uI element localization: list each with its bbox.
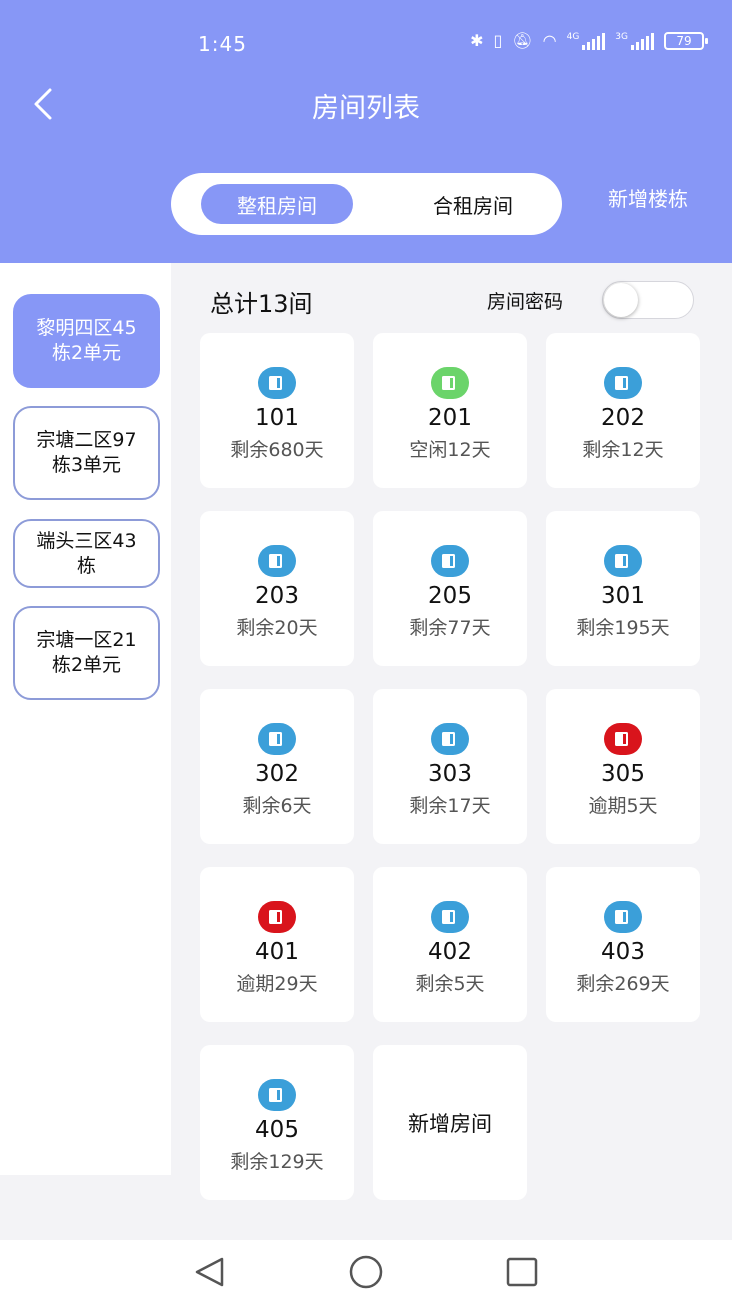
room-card[interactable]: 303 剩余17天: [373, 689, 527, 844]
room-status: 剩余195天: [576, 617, 670, 639]
room-status: 剩余5天: [415, 973, 485, 995]
room-status: 剩余17天: [409, 795, 491, 817]
door-icon: [604, 545, 642, 577]
room-status: 剩余12天: [582, 439, 664, 461]
signal-3g-icon: 3G: [615, 32, 654, 50]
room-card[interactable]: 203 剩余20天: [200, 511, 354, 666]
room-number: 101: [255, 405, 299, 431]
room-card[interactable]: 201 空闲12天: [373, 333, 527, 488]
door-icon: [431, 367, 469, 399]
door-icon: [431, 901, 469, 933]
header-bar: 1:45 ✱ ▯ 🔕︎ ◠ 4G 3G 79 房间列表 整租房间 合租房间 新增…: [0, 0, 732, 263]
room-status: 空闲12天: [409, 439, 491, 461]
room-card[interactable]: 302 剩余6天: [200, 689, 354, 844]
room-number: 301: [601, 583, 645, 609]
room-number: 302: [255, 761, 299, 787]
nav-back-button[interactable]: [190, 1254, 230, 1290]
add-building-button[interactable]: 新增楼栋: [608, 183, 688, 212]
room-card[interactable]: 301 剩余195天: [546, 511, 700, 666]
add-room-button[interactable]: 新增房间: [373, 1045, 527, 1200]
door-icon: [604, 723, 642, 755]
circle-home-icon: [349, 1255, 383, 1289]
room-status: 剩余269天: [576, 973, 670, 995]
door-icon: [258, 1079, 296, 1111]
nav-home-button[interactable]: [346, 1254, 386, 1290]
room-number: 202: [601, 405, 645, 431]
room-card[interactable]: 405 剩余129天: [200, 1045, 354, 1200]
room-number: 305: [601, 761, 645, 787]
building-item[interactable]: 黎明四区45栋2单元: [13, 294, 160, 388]
door-icon: [604, 901, 642, 933]
room-password-toggle[interactable]: [602, 281, 694, 319]
page-title: 房间列表: [312, 93, 420, 124]
room-number: 201: [428, 405, 472, 431]
toggle-knob: [604, 283, 638, 317]
room-card[interactable]: 202 剩余12天: [546, 333, 700, 488]
status-icons: ✱ ▯ 🔕︎ ◠ 4G 3G 79: [470, 31, 708, 50]
room-status: 剩余6天: [242, 795, 312, 817]
battery-icon: 79: [664, 31, 708, 50]
room-grid: 101 剩余680天 201 空闲12天 202 剩余12天 203 剩余20天 205 剩余77…: [200, 333, 700, 1200]
room-total: 总计13间: [210, 290, 313, 318]
building-sidebar: 黎明四区45栋2单元 宗塘二区97栋3单元 端头三区43栋 宗塘一区21栋2单元: [0, 263, 171, 1175]
building-item[interactable]: 宗塘二区97栋3单元: [13, 406, 160, 500]
triangle-back-icon: [195, 1257, 224, 1287]
door-icon: [604, 367, 642, 399]
room-number: 303: [428, 761, 472, 787]
building-item[interactable]: 宗塘一区21栋2单元: [13, 606, 160, 700]
building-item[interactable]: 端头三区43栋: [13, 519, 160, 588]
door-icon: [258, 367, 296, 399]
room-card[interactable]: 402 剩余5天: [373, 867, 527, 1022]
room-status: 剩余129天: [230, 1151, 324, 1173]
rental-type-tabs: 整租房间 合租房间: [171, 173, 562, 235]
room-card[interactable]: 401 逾期29天: [200, 867, 354, 1022]
tab-shared-rent[interactable]: 合租房间: [396, 184, 550, 224]
vibrate-icon: ▯: [493, 31, 503, 50]
room-status: 剩余20天: [236, 617, 318, 639]
status-time: 1:45: [198, 32, 247, 56]
door-icon: [431, 545, 469, 577]
room-password-label: 房间密码: [487, 291, 564, 313]
room-status: 逾期5天: [588, 795, 658, 817]
room-status: 逾期29天: [236, 973, 318, 995]
room-number: 401: [255, 939, 299, 965]
tab-whole-rent[interactable]: 整租房间: [201, 184, 353, 224]
door-icon: [258, 723, 296, 755]
mute-bell-icon: 🔕︎: [512, 31, 533, 50]
room-number: 205: [428, 583, 472, 609]
room-status: 剩余77天: [409, 617, 491, 639]
room-number: 203: [255, 583, 299, 609]
door-icon: [431, 723, 469, 755]
wifi-icon: ◠: [542, 31, 557, 50]
room-card[interactable]: 305 逾期5天: [546, 689, 700, 844]
system-nav-bar: [0, 1240, 732, 1304]
room-card[interactable]: 205 剩余77天: [373, 511, 527, 666]
room-card[interactable]: 403 剩余269天: [546, 867, 700, 1022]
room-number: 405: [255, 1117, 299, 1143]
room-number: 403: [601, 939, 645, 965]
room-number: 402: [428, 939, 472, 965]
room-status: 剩余680天: [230, 439, 324, 461]
room-card[interactable]: 101 剩余680天: [200, 333, 354, 488]
bluetooth-icon: ✱: [470, 31, 484, 50]
nav-recents-button[interactable]: [502, 1254, 542, 1290]
signal-4g-icon: 4G: [567, 32, 606, 50]
door-icon: [258, 901, 296, 933]
door-icon: [258, 545, 296, 577]
square-recents-icon: [506, 1257, 538, 1287]
